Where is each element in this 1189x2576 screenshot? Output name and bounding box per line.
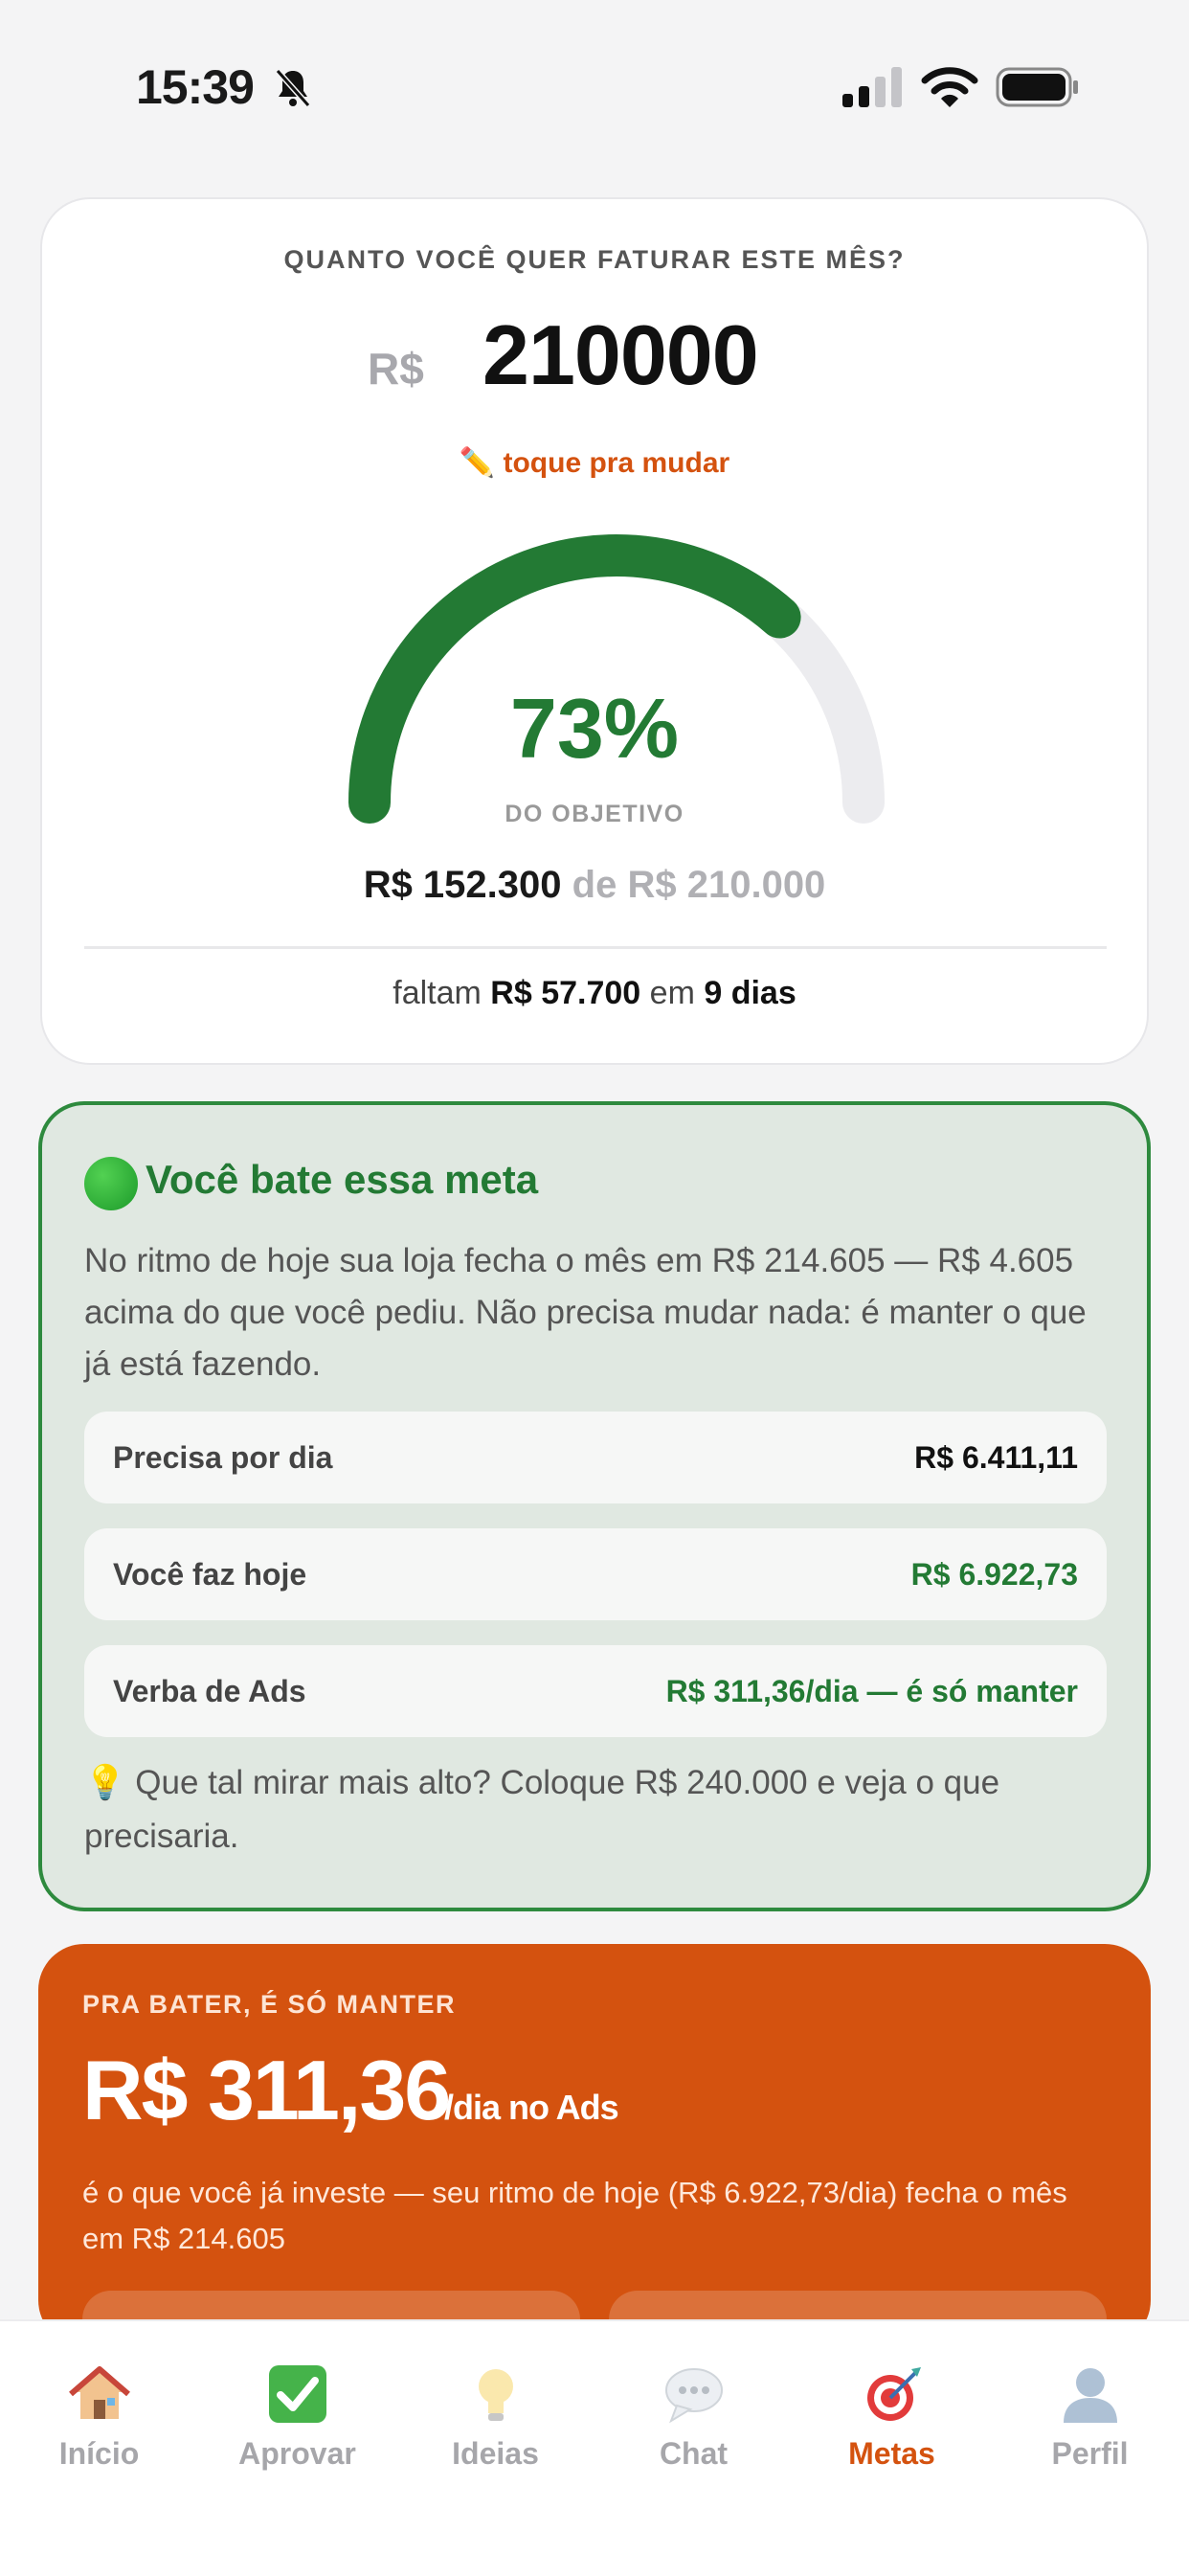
progress-caption: DO OBJETIVO <box>505 801 684 827</box>
row-value: R$ 6.411,11 <box>914 1440 1078 1475</box>
tab-ideias[interactable]: Ideias <box>396 2321 594 2513</box>
wifi-icon <box>921 67 978 107</box>
row-value: R$ 311,36/dia — é só manter <box>665 1674 1078 1708</box>
row-label: Precisa por dia <box>113 1440 333 1475</box>
tab-label: Perfil <box>1051 2436 1129 2471</box>
progress-summary: R$ 152.300 de R$ 210.000 <box>42 864 1147 907</box>
target-icon <box>867 2367 921 2421</box>
remaining-amount: R$ 57.700 <box>490 975 641 1011</box>
of-word: de <box>572 864 617 906</box>
ads-unit: /dia no Ads <box>444 2088 619 2127</box>
bell-muted-icon <box>275 69 311 107</box>
verdict-text: No ritmo de hoje sua loja fecha o mês em… <box>84 1242 1087 1383</box>
tab-label: Ideias <box>452 2436 539 2471</box>
progress-gauge <box>348 534 885 824</box>
tab-metas[interactable]: Metas <box>793 2321 991 2513</box>
ads-kicker: PRA BATER, É SÓ MANTER <box>82 1990 457 2019</box>
remaining-summary: faltam R$ 57.700 em 9 dias <box>42 975 1147 1012</box>
row-value: R$ 6.922,73 <box>910 1557 1078 1592</box>
row-ads-budget: Verba de Ads R$ 311,36/dia — é só manter <box>84 1645 1107 1737</box>
green-circle-icon <box>84 1157 138 1210</box>
tab-label: Aprovar <box>238 2436 356 2471</box>
tab-perfil[interactable]: Perfil <box>991 2321 1189 2513</box>
verdict-title: Você bate essa meta <box>146 1157 539 1202</box>
remaining-days: 9 dias <box>704 975 796 1011</box>
speech-bubble-icon <box>665 2368 723 2424</box>
tab-aprovar[interactable]: Aprovar <box>198 2321 396 2513</box>
target-amount: R$ 210.000 <box>627 864 826 906</box>
checkbox-icon <box>269 2365 326 2423</box>
ads-description: é o que você já investe — seu ritmo de h… <box>82 2176 1067 2255</box>
row-today: Você faz hoje R$ 6.922,73 <box>84 1528 1107 1620</box>
ads-amount: R$ 311,36 <box>82 2043 451 2137</box>
currency-symbol: R$ <box>368 344 424 394</box>
status-time: 15:39 <box>136 60 255 114</box>
row-label: Você faz hoje <box>113 1557 307 1592</box>
goal-card: QUANTO VOCÊ QUER FATURAR ESTE MÊS? R$ 21… <box>40 197 1149 1065</box>
cellular-signal-icon <box>842 67 902 107</box>
progress-percent: 73% <box>509 681 680 776</box>
divider <box>84 946 1107 949</box>
achieved-amount: R$ 152.300 <box>363 864 562 906</box>
tab-inicio[interactable]: Início <box>0 2321 198 2513</box>
tab-bar: Início Aprovar Ideias Chat Metas Perfil <box>0 2319 1189 2576</box>
goal-value-input[interactable]: 210000 <box>482 306 759 404</box>
remaining-mid: em <box>649 975 695 1011</box>
lightbulb-icon <box>479 2369 513 2421</box>
remaining-prefix: faltam <box>393 975 482 1011</box>
house-icon <box>69 2366 130 2419</box>
verdict-card: Você bate essa meta No ritmo de hoje sua… <box>38 1101 1151 1911</box>
battery-icon <box>996 67 1078 107</box>
tab-chat[interactable]: Chat <box>594 2321 793 2513</box>
tab-label: Chat <box>659 2436 729 2471</box>
tab-label: Início <box>58 2436 140 2471</box>
edit-goal-link[interactable]: ✏️ toque pra mudar <box>42 446 1147 480</box>
row-needed-per-day: Precisa por dia R$ 6.411,11 <box>84 1412 1107 1503</box>
ads-card: PRA BATER, É SÓ MANTER R$ 311,36 /dia no… <box>38 1944 1151 2367</box>
aim-higher-tip[interactable]: 💡 Que tal mirar mais alto? Coloque R$ 24… <box>84 1756 1099 1864</box>
goal-question: QUANTO VOCÊ QUER FATURAR ESTE MÊS? <box>283 245 906 274</box>
tab-label: Metas <box>848 2436 935 2471</box>
row-label: Verba de Ads <box>113 1674 306 1708</box>
person-icon <box>1064 2368 1117 2423</box>
